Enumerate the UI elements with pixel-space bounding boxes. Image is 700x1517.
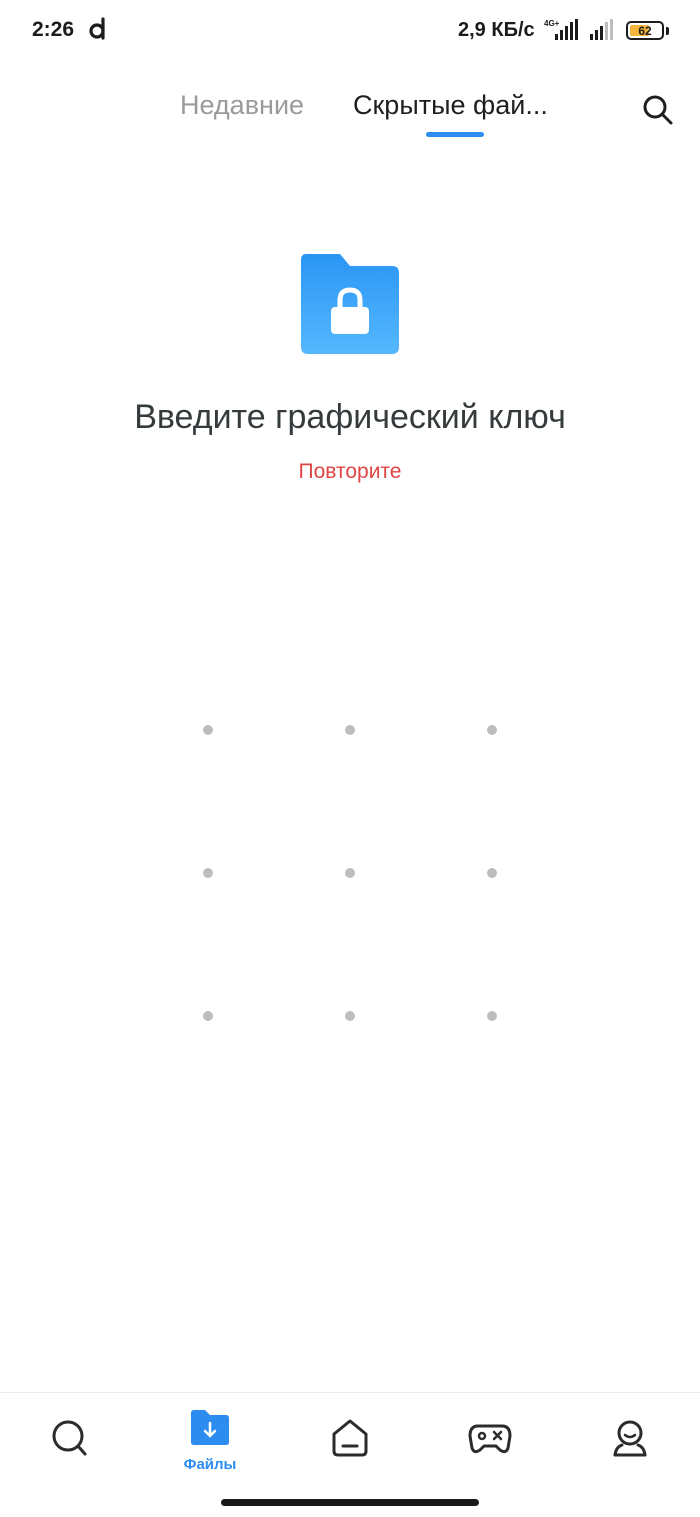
signal-icon <box>590 19 613 40</box>
nav-device[interactable] <box>310 1410 390 1474</box>
search-icon <box>52 1420 87 1456</box>
tab-recent[interactable]: Недавние <box>180 90 304 121</box>
home-indicator[interactable] <box>221 1499 479 1506</box>
pattern-dot[interactable] <box>487 868 497 878</box>
nav-files[interactable]: Файлы <box>170 1410 250 1474</box>
nav-files-label: Файлы <box>183 1456 237 1473</box>
pattern-dot[interactable] <box>487 1011 497 1021</box>
battery-icon: 62 <box>626 21 664 40</box>
bottom-nav-divider <box>0 1392 700 1393</box>
pattern-dot[interactable] <box>487 725 497 735</box>
device-icon <box>332 1419 368 1457</box>
carrier-d-icon <box>89 17 105 40</box>
status-time: 2:26 <box>32 18 75 41</box>
pattern-dot[interactable] <box>345 725 355 735</box>
pattern-dot[interactable] <box>203 868 213 878</box>
pattern-title: Введите графический ключ <box>134 398 566 436</box>
pattern-hint: Повторите <box>298 460 402 483</box>
pattern-dot[interactable] <box>345 868 355 878</box>
network-speed: 2,9 КБ/с <box>458 19 535 41</box>
locked-folder-icon <box>301 254 399 354</box>
pattern-dot[interactable] <box>203 725 213 735</box>
status-bar: 2:26 2,9 КБ/с 4G+ 62 <box>0 0 700 62</box>
svg-text:4G+: 4G+ <box>544 19 560 28</box>
nav-profile[interactable] <box>590 1410 670 1474</box>
files-icon <box>191 1410 229 1445</box>
signal-4g-icon: 4G+ <box>544 19 578 40</box>
tab-hidden-files[interactable]: Скрытые фай... <box>353 90 548 121</box>
battery-level: 62 <box>638 24 652 38</box>
games-icon <box>468 1424 512 1454</box>
nav-games[interactable] <box>450 1410 530 1474</box>
battery-tip <box>666 27 669 35</box>
search-icon[interactable] <box>640 92 676 128</box>
tab-active-indicator <box>426 132 484 137</box>
pattern-dot[interactable] <box>203 1011 213 1021</box>
pattern-dot[interactable] <box>345 1011 355 1021</box>
profile-icon <box>613 1420 647 1457</box>
nav-search[interactable] <box>30 1410 110 1474</box>
